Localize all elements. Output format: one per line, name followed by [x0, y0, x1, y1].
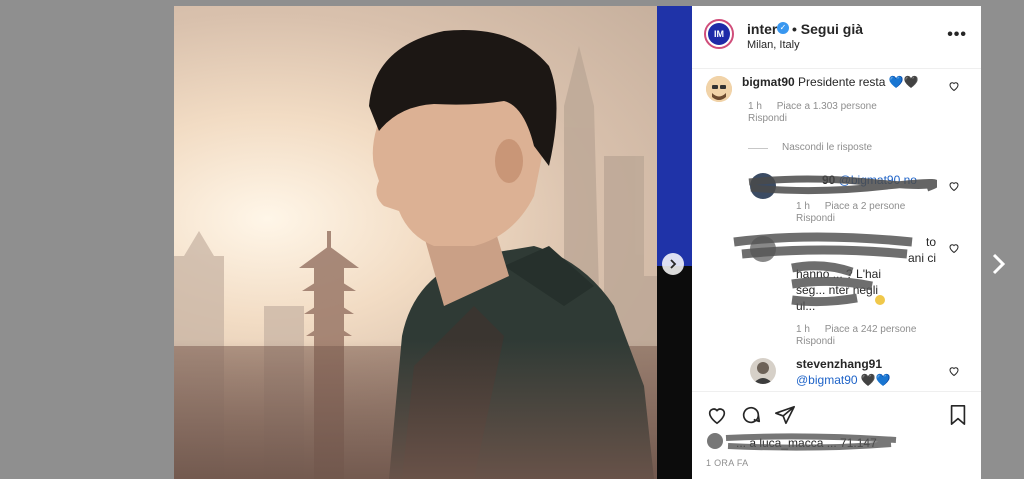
post-location[interactable]: Milan, Italy [747, 39, 800, 51]
comment-meta: 1 h Piace a 1.303 persone [748, 101, 889, 112]
post-timestamp[interactable]: 1 ORA FA [706, 458, 748, 468]
reply-meta: 1 h Piace a 2 persone [796, 201, 917, 212]
redaction-scribble [707, 433, 897, 451]
like-reply-icon[interactable] [948, 242, 960, 254]
post-sidebar: IM inter ✓ • Segui già Milan, Italy ••• … [692, 6, 981, 479]
comments-list: bigmat90 Presidente resta 💙🖤 1 h Piace a… [692, 68, 981, 391]
reply-username[interactable]: stevenzhang91 [796, 357, 882, 371]
next-image-dark [657, 266, 692, 479]
share-icon[interactable] [774, 404, 796, 426]
post-modal: IM inter ✓ • Segui già Milan, Italy ••• … [174, 6, 981, 479]
reply-time[interactable]: 1 h [796, 324, 810, 335]
inter-logo-icon: IM [708, 23, 730, 45]
post-username[interactable]: inter [747, 21, 777, 37]
bookmark-icon[interactable] [947, 404, 969, 426]
avatar-person-icon [753, 362, 773, 384]
verified-badge-icon: ✓ [777, 22, 789, 34]
post-photo[interactable] [174, 6, 692, 479]
hide-replies-line [748, 148, 768, 149]
reply-meta: 1 h Piace a 242 persone [796, 324, 928, 335]
comment-body: Presidente resta [798, 75, 886, 89]
reply-button[interactable]: Rispondi [796, 336, 835, 347]
comment-username[interactable]: bigmat90 [742, 75, 795, 89]
reply-avatar[interactable] [750, 358, 776, 384]
redaction-scribble [733, 232, 913, 307]
reply-time[interactable]: 1 h [796, 201, 810, 212]
likes-summary[interactable]: ... a luca_macca ... 71.147 [706, 433, 976, 452]
post-actions [692, 391, 981, 432]
reply-mention[interactable]: @bigmat90 [796, 373, 858, 387]
next-image-strip [657, 6, 692, 266]
like-reply-icon[interactable] [948, 180, 960, 192]
follow-status-button[interactable]: • Segui già [792, 21, 863, 37]
carousel-next-button[interactable] [662, 253, 684, 275]
profile-avatar[interactable]: IM [704, 19, 734, 49]
comment-text: bigmat90 Presidente resta 💙🖤 [742, 74, 919, 90]
photo-shade [174, 339, 692, 479]
comment-avatar[interactable] [706, 76, 732, 102]
reply-text: stevenzhang91 @bigmat90 🖤💙 [796, 356, 891, 388]
more-options-icon[interactable]: ••• [947, 26, 967, 44]
like-comment-icon[interactable] [948, 80, 960, 92]
hide-replies-button[interactable]: Nascondi le risposte [782, 142, 872, 153]
comment-icon[interactable] [740, 404, 762, 426]
next-post-arrow-icon[interactable] [988, 252, 1008, 276]
like-icon[interactable] [706, 404, 728, 426]
like-reply-icon[interactable] [948, 365, 960, 377]
post-header: IM inter ✓ • Segui già Milan, Italy ••• [692, 6, 981, 69]
avatar-face-icon [706, 76, 732, 102]
reply-button[interactable]: Rispondi [796, 213, 835, 224]
comment-emoji: 💙🖤 [888, 75, 919, 89]
reply-emoji: 🖤💙 [860, 373, 891, 387]
redaction-scribble [748, 175, 937, 195]
reply-likes[interactable]: Piace a 2 persone [825, 201, 906, 212]
reply-button[interactable]: Rispondi [748, 113, 787, 124]
comment-likes[interactable]: Piace a 1.303 persone [777, 101, 877, 112]
reply-likes[interactable]: Piace a 242 persone [825, 324, 917, 335]
chevron-right-icon [670, 259, 677, 269]
comment-time[interactable]: 1 h [748, 101, 762, 112]
